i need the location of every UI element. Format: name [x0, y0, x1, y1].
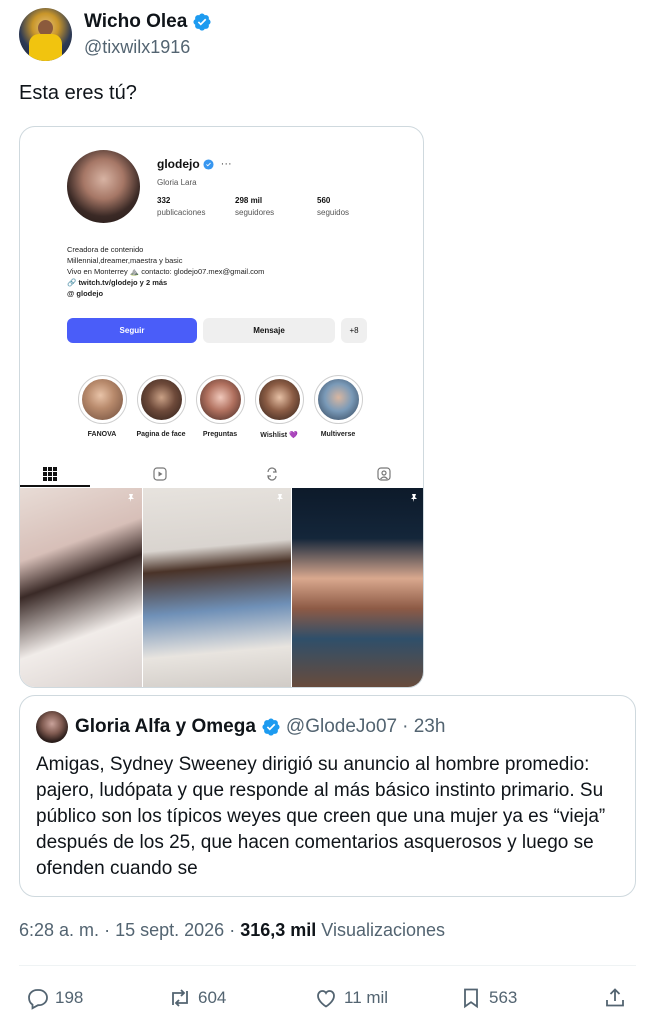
grid-photo	[20, 488, 142, 687]
stat-label: seguidores	[235, 208, 275, 217]
profile-add-user-button: +8	[341, 318, 367, 343]
highlight-thumbnail	[258, 379, 300, 420]
highlight-ring	[313, 375, 363, 424]
highlight-ring	[77, 375, 127, 424]
quoted-header: Gloria Alfa y Omega @GlodeJo07 · 23h	[75, 716, 445, 738]
reply-icon	[28, 989, 48, 1010]
profile-follow-button: Seguir	[67, 318, 197, 343]
quoted-tweet[interactable]: Gloria Alfa y Omega @GlodeJo07 · 23h Ami…	[19, 695, 636, 897]
profile-stat-following: 560 seguidos	[317, 196, 349, 217]
divider	[19, 965, 636, 966]
reply-button[interactable]: 198	[25, 986, 83, 1010]
reels-icon	[153, 467, 167, 481]
profile-bio: Creadora de contenido Millennial,dreamer…	[67, 244, 264, 299]
stat-label: publicaciones	[157, 208, 206, 217]
bio-link-text: twitch.tv/glodejo y 2 más	[78, 278, 168, 287]
tagged-icon	[377, 467, 391, 481]
profile-avatar	[67, 150, 140, 223]
verified-badge-icon	[193, 13, 211, 31]
quoted-text: Amigas, Sydney Sweeney dirigió su anunci…	[36, 754, 606, 879]
heart-icon	[317, 990, 335, 1008]
views-count: 316,3 mil	[240, 920, 317, 940]
bio-threads: @ glodejo	[67, 288, 264, 299]
tweet-header: Wicho Olea @tixwilx1916	[19, 8, 639, 62]
highlight-ring	[195, 375, 245, 424]
tweet-meta: 6:28 a. m. · 15 sept. 2026 · 316,3 mil V…	[19, 920, 445, 941]
highlight-label: FANOVA	[87, 431, 117, 438]
repost-button[interactable]: 604	[168, 986, 226, 1010]
highlight-item: Preguntas	[190, 375, 250, 438]
highlight-label: Wishlist 💜	[260, 432, 298, 439]
highlight-ring	[136, 375, 186, 424]
highlight-item: Wishlist 💜	[249, 375, 309, 439]
like-count: 11 mil	[344, 988, 389, 1007]
meta-separator: ·	[104, 920, 111, 940]
reposts-icon	[267, 467, 277, 481]
quoted-author-avatar[interactable]	[36, 711, 68, 743]
stat-label: seguidos	[317, 208, 350, 217]
grid-photo	[292, 488, 423, 687]
bookmark-button[interactable]: 563	[459, 986, 517, 1010]
bookmark-icon	[464, 988, 478, 1009]
profile-username: glodejo	[157, 157, 200, 171]
profile-stat-posts: 332 publicaciones	[157, 196, 205, 217]
quoted-time[interactable]: · 23h	[402, 716, 445, 738]
highlight-item: Pagina de face	[131, 375, 191, 438]
share-icon	[606, 988, 624, 1007]
pin-icon	[411, 494, 417, 502]
profile-tabs	[20, 461, 423, 487]
attached-image[interactable]: glodejo ··· Gloria Lara 332 publicacione…	[19, 126, 424, 688]
tweet-time[interactable]: 6:28 a. m.	[19, 920, 99, 940]
profile-username-row: glodejo ···	[157, 157, 232, 171]
pin-icon	[128, 494, 134, 502]
highlight-thumbnail	[317, 379, 359, 420]
avatar-shirt	[29, 34, 62, 61]
profile-message-button: Mensaje	[203, 318, 335, 343]
tweet-text: Esta eres tú?	[19, 82, 137, 104]
active-tab-indicator	[20, 485, 90, 487]
grid-icon	[43, 467, 57, 481]
profile-full-name: Gloria Lara	[157, 178, 197, 187]
share-button[interactable]	[603, 986, 627, 1010]
highlight-label: Pagina de face	[136, 431, 186, 438]
stat-number: 298 mil	[235, 196, 263, 205]
highlight-thumbnail	[81, 379, 123, 420]
threads-handle: glodejo	[76, 289, 104, 298]
views-label: Visualizaciones	[321, 920, 446, 940]
repost-count: 604	[198, 988, 227, 1007]
like-button[interactable]: 11 mil	[314, 986, 388, 1010]
repost-icon	[172, 989, 188, 1007]
bio-line: Vivo en Monterrey ⛰️ contacto: glodejo07…	[67, 267, 265, 276]
highlight-thumbnail	[199, 379, 241, 420]
tweet-date[interactable]: 15 sept. 2026	[115, 920, 224, 940]
author-avatar[interactable]	[19, 8, 72, 61]
bio-line: Creadora de contenido	[67, 245, 144, 254]
verified-badge-icon	[262, 718, 280, 736]
threads-icon: @	[67, 289, 77, 298]
bio-line: Millennial,dreamer,maestra y basic	[67, 256, 183, 265]
author-handle[interactable]: @tixwilx1916	[84, 37, 190, 58]
profile-verified-icon	[203, 158, 214, 170]
link-icon: 🔗	[67, 278, 79, 287]
reply-count: 198	[55, 988, 84, 1007]
quoted-display-name[interactable]: Gloria Alfa y Omega	[75, 716, 256, 738]
highlight-thumbnail	[140, 379, 182, 420]
grid-photo	[143, 488, 291, 687]
highlight-label: Preguntas	[202, 431, 238, 438]
profile-stat-followers: 298 mil seguidores	[235, 196, 274, 217]
author-display-name[interactable]: Wicho Olea	[84, 11, 187, 33]
bookmark-count: 563	[489, 988, 518, 1007]
highlight-item: FANOVA	[72, 375, 132, 438]
meta-separator: ·	[229, 920, 236, 940]
profile-more-icon: ···	[220, 158, 232, 170]
pin-icon	[277, 494, 283, 502]
author-name-row: Wicho Olea	[84, 11, 212, 33]
highlight-label: Multiverse	[320, 431, 356, 438]
stat-number: 560	[317, 196, 331, 205]
quoted-handle[interactable]: @GlodeJo07	[286, 716, 397, 738]
highlight-item: Multiverse	[308, 375, 368, 438]
bio-link: 🔗 twitch.tv/glodejo y 2 más	[67, 277, 264, 288]
stat-number: 332	[157, 196, 171, 205]
highlight-ring	[254, 375, 304, 424]
